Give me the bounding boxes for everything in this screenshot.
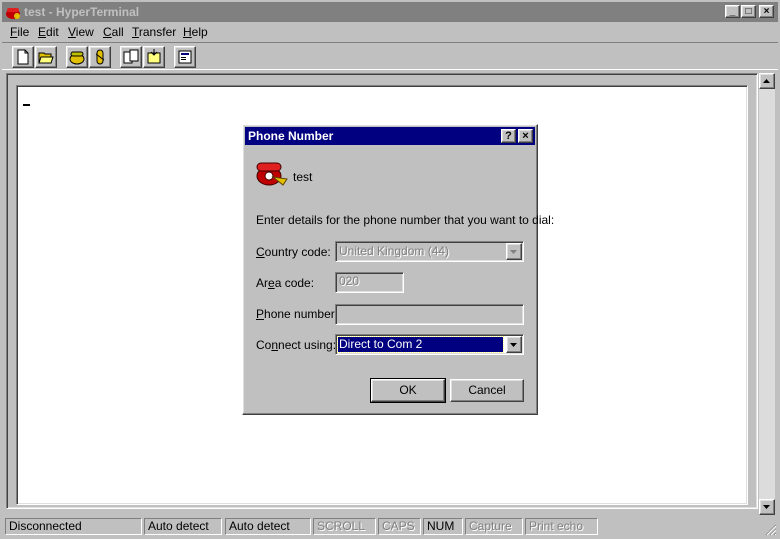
minimize-button[interactable]: _ <box>725 5 740 18</box>
window-title-bar[interactable]: test - HyperTerminal _ □ × <box>2 2 778 22</box>
status-scroll: SCROLL <box>313 518 376 535</box>
disconnect-button[interactable] <box>89 46 111 68</box>
phone-disconnect-icon <box>95 49 105 65</box>
status-capture: Capture <box>465 518 523 535</box>
connect-using-value[interactable]: Direct to Com 2 <box>337 336 504 353</box>
toolbar <box>2 42 778 70</box>
dialog-title: Phone Number <box>248 129 334 143</box>
send-button[interactable] <box>120 46 142 68</box>
dialog-title-bar[interactable]: Phone Number ? × <box>245 127 535 145</box>
status-caps: CAPS <box>378 518 421 535</box>
area-code-input: 020 <box>335 272 404 293</box>
phone-icon <box>256 162 288 186</box>
phone-connect-icon <box>69 51 85 65</box>
menu-view[interactable]: View <box>68 25 94 39</box>
new-icon <box>17 49 29 65</box>
menu-transfer[interactable]: Transfer <box>132 25 176 39</box>
dialog-close-button[interactable]: × <box>518 129 533 143</box>
new-button[interactable] <box>12 46 34 68</box>
area-code-label: Area code: <box>256 276 315 290</box>
close-button[interactable]: × <box>759 5 774 18</box>
connection-name: test <box>293 170 313 184</box>
phone-number-label: Phone number: <box>256 307 339 321</box>
status-print-echo: Print echo <box>525 518 598 535</box>
arrow-down-icon <box>763 505 770 509</box>
status-terminal-type: Auto detect <box>144 518 222 535</box>
status-port-settings: Auto detect <box>225 518 311 535</box>
menu-edit[interactable]: Edit <box>38 25 59 39</box>
vertical-scrollbar[interactable] <box>759 73 775 515</box>
dialog-help-button[interactable]: ? <box>501 129 516 143</box>
chevron-down-icon <box>510 250 517 254</box>
receive-button[interactable] <box>143 46 165 68</box>
open-button[interactable] <box>35 46 57 68</box>
maximize-button[interactable]: □ <box>741 5 756 18</box>
connect-button[interactable] <box>66 46 88 68</box>
connect-using-select[interactable]: Direct to Com 2 <box>335 334 524 355</box>
country-code-value: United Kingdom (44) <box>339 244 450 258</box>
instructions-text: Enter details for the phone number that … <box>256 213 555 227</box>
window-title: test - HyperTerminal <box>24 5 140 19</box>
ok-button[interactable]: OK <box>370 378 446 403</box>
hyperterminal-icon <box>6 8 20 19</box>
phone-number-input <box>335 304 524 325</box>
country-code-select: United Kingdom (44) <box>335 241 524 262</box>
scroll-down-button[interactable] <box>759 499 775 515</box>
menu-help[interactable]: Help <box>183 25 208 39</box>
text-cursor <box>23 104 30 106</box>
arrow-up-icon <box>763 79 770 83</box>
properties-button[interactable] <box>174 46 196 68</box>
phone-number-dialog: Phone Number ? × test Enter details for … <box>242 124 554 415</box>
receive-file-icon <box>147 49 161 64</box>
status-num: NUM <box>423 518 463 535</box>
resize-grip-icon[interactable] <box>765 524 777 536</box>
open-icon <box>38 52 54 64</box>
send-file-icon <box>123 49 139 64</box>
chevron-down-icon <box>510 343 517 347</box>
connect-using-label: Connect using: <box>256 338 337 352</box>
connect-using-dropdown-button[interactable] <box>506 336 522 353</box>
properties-icon <box>178 50 192 64</box>
scroll-up-button[interactable] <box>759 73 775 89</box>
menu-bar: File Edit View Call Transfer Help <box>2 23 778 42</box>
country-code-dropdown-button <box>506 243 522 260</box>
status-bar: Disconnected Auto detect Auto detect SCR… <box>2 517 778 537</box>
menu-call[interactable]: Call <box>103 25 124 39</box>
menu-file[interactable]: File <box>10 25 29 39</box>
cancel-button[interactable]: Cancel <box>450 379 524 402</box>
country-code-label: Country code: <box>256 245 331 259</box>
status-connection: Disconnected <box>5 518 142 535</box>
